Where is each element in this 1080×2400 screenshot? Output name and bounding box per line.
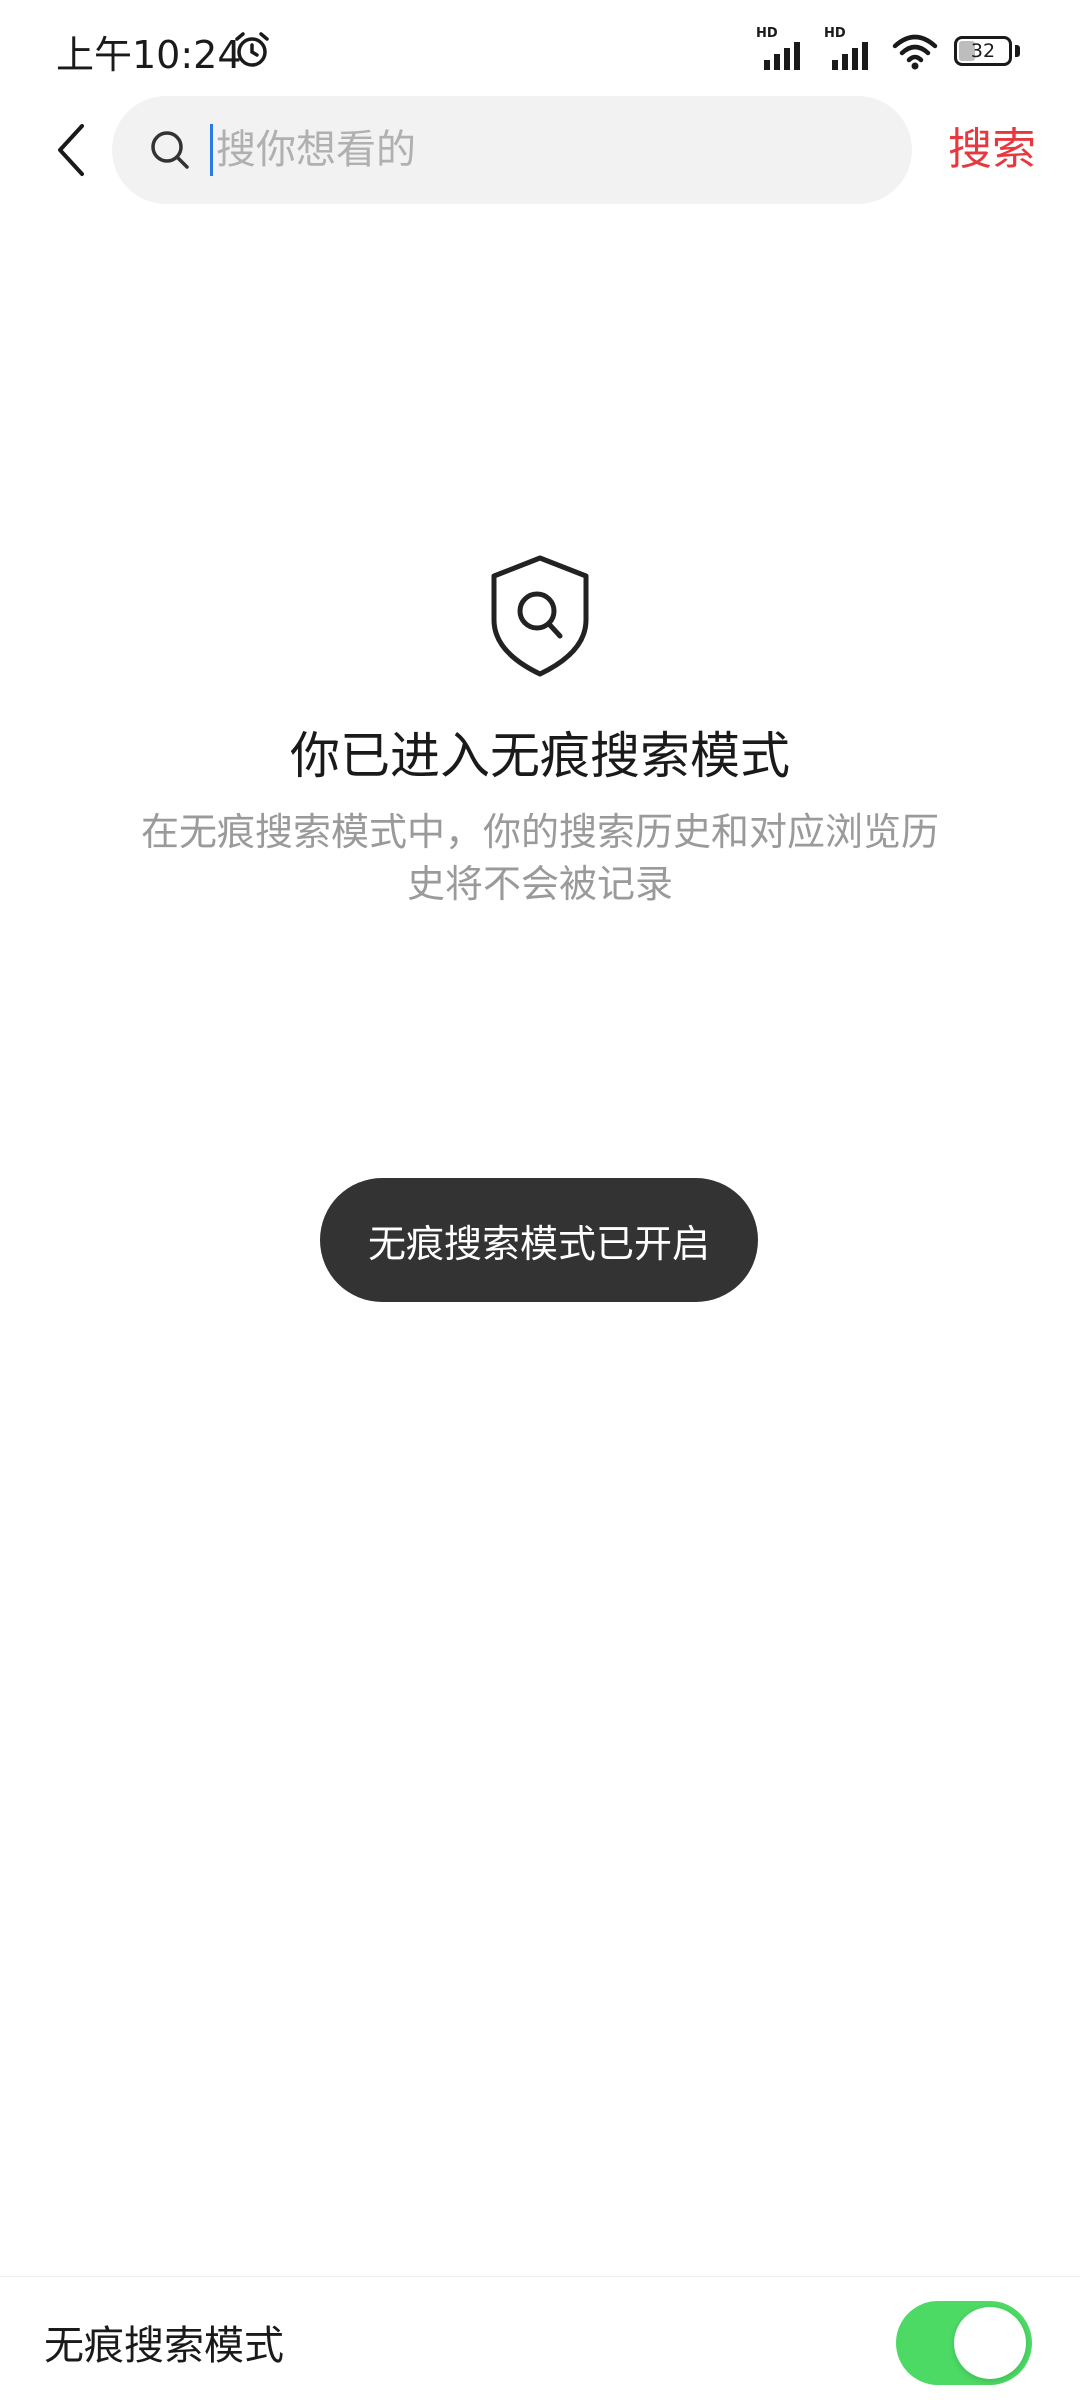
search-button[interactable]: 搜索 [948,120,1036,180]
toast-message: 无痕搜索模式已开启 [367,1221,710,1266]
search-header: 搜索 [0,96,1080,208]
search-icon [151,131,189,169]
toast: 无痕搜索模式已开启 [320,1178,758,1302]
text-cursor [210,124,213,176]
shield-search-icon [491,555,589,677]
incognito-title: 你已进入无痕搜索模式 [290,727,790,785]
cellular-signal-icon-2: HD [824,26,876,72]
search-box[interactable] [112,96,912,204]
battery-level: 32 [970,40,996,62]
back-button[interactable] [40,118,104,182]
status-time: 上午10:24 [56,33,242,77]
toggle-knob [954,2307,1026,2379]
signal-hd-label: HD [824,26,846,41]
alarm-clock-icon [235,32,269,67]
wifi-icon [892,34,938,70]
bottom-bar: 无痕搜索模式 [0,2276,1080,2400]
signal-hd-label: HD [756,26,778,41]
incognito-search-page: 上午10:24 HD HD 32 搜你想看的 搜索 你已进入无痕搜索模式 在无痕… [0,0,1080,2400]
search-input[interactable] [216,96,876,204]
incognito-mode-label: 无痕搜索模式 [44,2323,284,2369]
chevron-left-icon [58,124,84,176]
status-icons: HD HD 32 [756,26,1020,74]
cellular-signal-icon-1: HD [756,26,808,72]
status-bar: 上午10:24 HD HD 32 [0,0,1080,96]
battery-icon: 32 [954,36,1020,68]
incognito-mode-toggle[interactable] [896,2301,1032,2385]
incognito-description: 在无痕搜索模式中，你的搜索历史和对应浏览历史将不会被记录 [140,810,939,906]
